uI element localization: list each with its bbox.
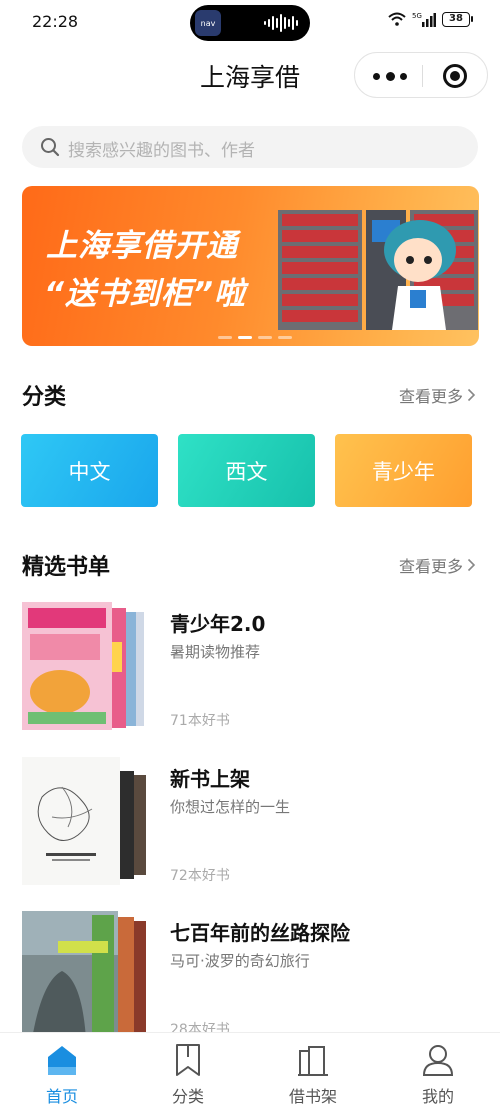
- banner-headline: 上海享借开通: [46, 228, 238, 264]
- booklist-title: 七百年前的丝路探险: [170, 921, 350, 945]
- booklist-cover-image: [22, 911, 146, 1039]
- booklist-count: 72本好书: [170, 868, 230, 884]
- booklist-subtitle: 你想过怎样的一生: [170, 798, 291, 816]
- booklist-item[interactable]: 新书上架 你想过怎样的一生 72本好书: [0, 757, 500, 889]
- booklist-subtitle: 马可·波罗的奇幻旅行: [170, 952, 310, 970]
- book-locker-illustration: [278, 210, 478, 330]
- more-options-icon[interactable]: [373, 67, 407, 85]
- booklist-count: 71本好书: [170, 713, 230, 729]
- bookmark-icon: [176, 1044, 200, 1076]
- miniprogram-capsule: [354, 52, 488, 98]
- tab-category[interactable]: 分类: [138, 1043, 238, 1107]
- banner-pagination: [218, 336, 292, 339]
- booklists-title: 精选书单: [22, 555, 111, 580]
- tab-profile-label: 我的: [421, 1087, 454, 1106]
- capsule-divider: [422, 65, 423, 87]
- svg-text:5G: 5G: [412, 12, 422, 20]
- dynamic-island: nav: [190, 5, 310, 41]
- booklists-more-label: 查看更多: [398, 557, 463, 576]
- status-time: 22:28: [32, 12, 79, 31]
- chevron-right-icon: [467, 388, 476, 402]
- user-icon: [422, 1045, 454, 1076]
- island-app-icon: nav: [195, 10, 221, 36]
- wifi-icon: [388, 12, 406, 26]
- categories-title: 分类: [22, 385, 67, 410]
- search-input[interactable]: 搜索感兴趣的图书、作者: [22, 126, 478, 168]
- search-placeholder: 搜索感兴趣的图书、作者: [68, 141, 255, 161]
- tab-home[interactable]: 首页: [12, 1043, 112, 1107]
- categories-more-label: 查看更多: [398, 387, 463, 406]
- bookshelf-icon: [298, 1046, 328, 1076]
- audio-wave-icon: [264, 14, 298, 32]
- title-bar: 上海享借: [0, 52, 500, 98]
- tab-bar: 首页 分类 借书架 我的: [0, 1032, 500, 1111]
- status-bar: 22:28 nav 5G 38: [0, 0, 500, 46]
- tab-home-label: 首页: [45, 1087, 78, 1106]
- tab-profile[interactable]: 我的: [388, 1043, 488, 1107]
- status-icons: 5G 38: [388, 11, 473, 27]
- booklist-cover-image: [22, 757, 146, 885]
- tab-bookshelf[interactable]: 借书架: [263, 1043, 363, 1107]
- booklist-title: 青少年2.0: [170, 612, 266, 636]
- categories-more-link[interactable]: 查看更多: [399, 383, 476, 407]
- cellular-signal-icon: 5G: [412, 12, 436, 27]
- close-miniprogram-icon[interactable]: [443, 64, 467, 88]
- category-western-button[interactable]: 西文: [178, 434, 315, 507]
- category-teen-button[interactable]: 青少年: [335, 434, 472, 507]
- category-chinese-button[interactable]: 中文: [21, 434, 158, 507]
- tab-category-label: 分类: [171, 1087, 204, 1106]
- booklists-more-link[interactable]: 查看更多: [399, 553, 476, 577]
- tab-bookshelf-label: 借书架: [288, 1087, 337, 1106]
- booklist-title: 新书上架: [170, 767, 250, 791]
- home-icon: [48, 1046, 76, 1075]
- battery-icon: 38: [442, 11, 473, 27]
- booklist-item[interactable]: 青少年2.0 暑期读物推荐 71本好书: [0, 602, 500, 734]
- search-icon: [41, 138, 60, 157]
- promo-banner[interactable]: 上海享借开通 “送书到柜”啦: [22, 186, 479, 346]
- booklist-subtitle: 暑期读物推荐: [170, 643, 261, 661]
- booklist-item[interactable]: 七百年前的丝路探险 马可·波罗的奇幻旅行 28本好书: [0, 911, 500, 1043]
- banner-subheadline: “送书到柜”啦: [44, 276, 246, 312]
- chevron-right-icon: [467, 558, 476, 572]
- booklist-cover-image: [22, 602, 144, 730]
